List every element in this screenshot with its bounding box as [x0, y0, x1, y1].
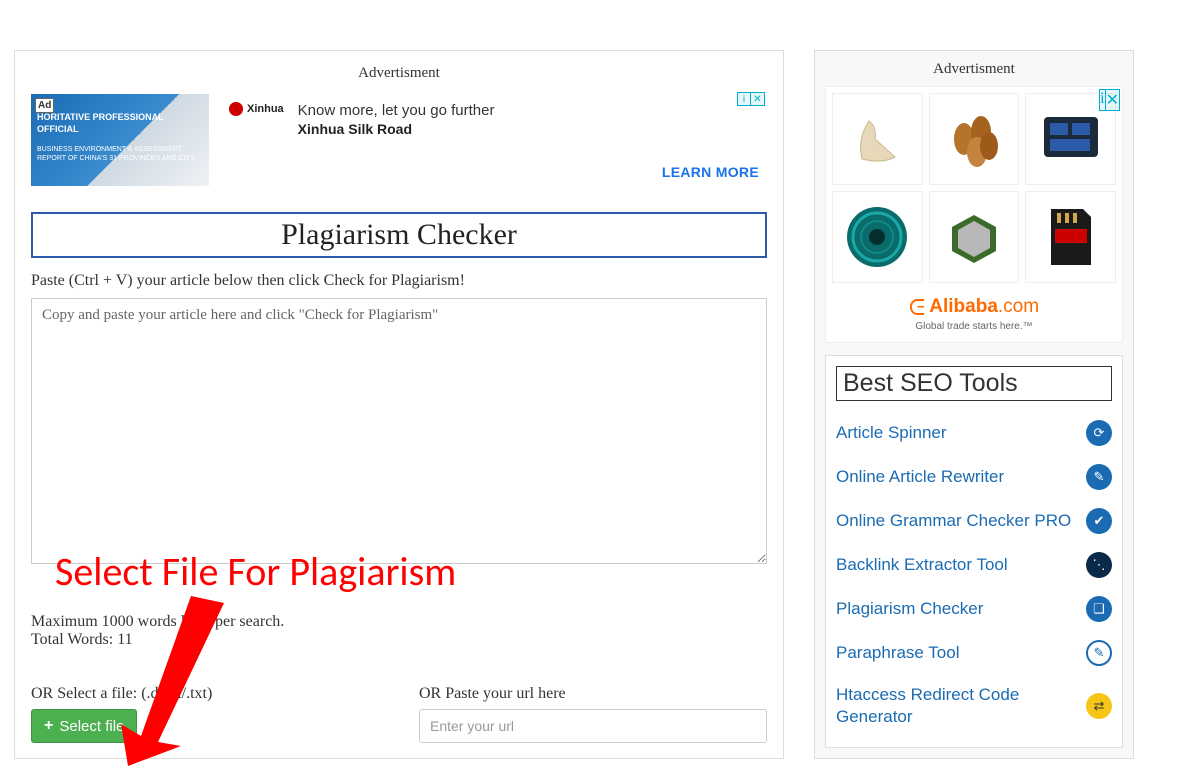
paraphrase-icon: ✎	[1086, 640, 1112, 666]
tool-item-htaccess[interactable]: Htaccess Redirect Code Generator ⇄	[836, 675, 1112, 737]
tool-item-article-rewriter[interactable]: Online Article Rewriter ✎	[836, 455, 1112, 499]
rewriter-icon: ✎	[1086, 464, 1112, 490]
ad-label: Advertisment	[31, 65, 767, 82]
sidebar-ad[interactable]: i ✕	[825, 86, 1123, 343]
ad-logo: Xinhua	[229, 102, 284, 116]
redirect-icon: ⇄	[1086, 693, 1112, 719]
sidebar-ad-close-icon[interactable]: ✕	[1106, 89, 1120, 111]
paste-instruction: Paste (Ctrl + V) your article below then…	[31, 272, 767, 290]
tool-link[interactable]: Online Article Rewriter	[836, 466, 1004, 488]
tool-link[interactable]: Plagiarism Checker	[836, 598, 983, 620]
sidebar-ad-label: Advertisment	[825, 61, 1123, 78]
seo-tools-panel: Best SEO Tools Article Spinner ⟳ Online …	[825, 355, 1123, 748]
tool-item-article-spinner[interactable]: Article Spinner ⟳	[836, 411, 1112, 455]
spinner-icon: ⟳	[1086, 420, 1112, 446]
seo-tools-title: Best SEO Tools	[836, 366, 1112, 401]
total-words: Total Words: 11	[31, 631, 767, 649]
alibaba-tagline: Global trade starts here.™	[826, 321, 1122, 332]
plagiarism-icon: ❏	[1086, 596, 1112, 622]
backlink-icon: ⋱	[1086, 552, 1112, 578]
product-thumb-sdcard[interactable]	[1025, 191, 1116, 283]
page-title: Plagiarism Checker	[31, 212, 767, 258]
word-limit-text: Maximum 1000 words limit per search.	[31, 613, 767, 631]
main-panel: Advertisment Ad HORITATIVE PROFESSIONAL …	[14, 50, 784, 759]
select-file-button[interactable]: + Select file	[31, 709, 137, 743]
tool-link[interactable]: Htaccess Redirect Code Generator	[836, 684, 1076, 728]
ad-badge: Ad	[35, 98, 54, 113]
tool-item-backlink-extractor[interactable]: Backlink Extractor Tool ⋱	[836, 543, 1112, 587]
ad-headline: Know more, let you go further	[298, 102, 495, 119]
tool-link[interactable]: Article Spinner	[836, 422, 947, 444]
ad-thumbnail: Ad HORITATIVE PROFESSIONAL OFFICIAL BUSI…	[31, 94, 209, 186]
ad-close-icon[interactable]: ✕	[751, 92, 765, 106]
ad-thumb-line1: HORITATIVE PROFESSIONAL OFFICIAL	[37, 112, 203, 135]
grammar-icon: ✔	[1086, 508, 1112, 534]
alibaba-logo[interactable]: ᕮAlibaba.com Global trade starts here.™	[826, 289, 1122, 342]
tool-item-paraphrase[interactable]: Paraphrase Tool ✎	[836, 631, 1112, 675]
ad-thumb-line2: BUSINESS ENVIRONMENT & ASSESSMENT REPORT…	[37, 145, 203, 163]
tool-item-grammar-checker[interactable]: Online Grammar Checker PRO ✔	[836, 499, 1112, 543]
ad-banner[interactable]: Ad HORITATIVE PROFESSIONAL OFFICIAL BUSI…	[31, 90, 767, 204]
product-thumb-almonds[interactable]	[929, 93, 1020, 185]
sidebar: Advertisment i ✕	[814, 50, 1134, 759]
select-file-label: OR Select a file: (.docx/.txt)	[31, 685, 379, 703]
product-thumb-cpu[interactable]	[929, 191, 1020, 283]
url-input[interactable]	[419, 709, 767, 743]
tool-link[interactable]: Online Grammar Checker PRO	[836, 510, 1071, 532]
article-textarea[interactable]	[31, 298, 767, 564]
tool-link[interactable]: Backlink Extractor Tool	[836, 554, 1008, 576]
product-thumb-shoe[interactable]	[832, 93, 923, 185]
ad-info-icon[interactable]: i	[737, 92, 751, 106]
url-label: OR Paste your url here	[419, 685, 767, 703]
ad-subline: Xinhua Silk Road	[298, 121, 495, 137]
plus-icon: +	[44, 717, 53, 735]
ad-cta-link[interactable]: LEARN MORE	[662, 164, 759, 180]
product-thumb-cushion[interactable]	[832, 191, 923, 283]
tool-link[interactable]: Paraphrase Tool	[836, 642, 960, 664]
tool-item-plagiarism-checker[interactable]: Plagiarism Checker ❏	[836, 587, 1112, 631]
